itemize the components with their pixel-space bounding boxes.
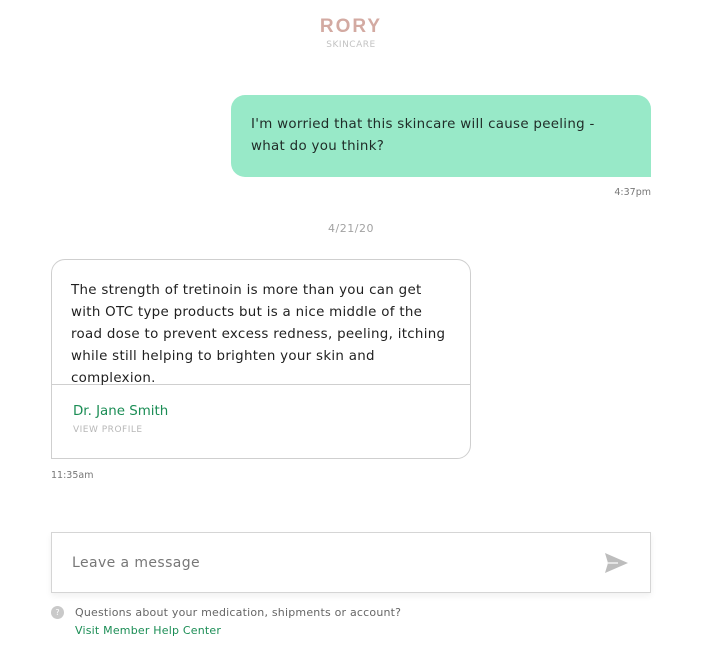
outgoing-message-text: I'm worried that this skincare will caus… xyxy=(251,117,595,154)
help-text: Questions about your medication, shipmen… xyxy=(75,606,402,619)
message-composer xyxy=(51,532,651,593)
brand-tagline: SKINCARE xyxy=(326,40,376,50)
help-center-link[interactable]: Visit Member Help Center xyxy=(75,624,221,637)
author-block: Dr. Jane Smith VIEW PROFILE xyxy=(52,385,470,435)
help-icon: ? xyxy=(51,606,64,619)
author-name[interactable]: Dr. Jane Smith xyxy=(73,403,470,421)
incoming-message-card: The strength of tretinoin is more than y… xyxy=(51,259,471,459)
view-profile-link[interactable]: VIEW PROFILE xyxy=(73,425,470,435)
message-input[interactable] xyxy=(52,533,592,592)
date-divider: 4/21/20 xyxy=(328,222,374,235)
incoming-message-time: 11:35am xyxy=(51,470,94,481)
outgoing-message-time: 4:37pm xyxy=(614,187,651,198)
send-icon[interactable] xyxy=(604,552,629,574)
incoming-message-text: The strength of tretinoin is more than y… xyxy=(52,260,470,386)
brand-name: RORY xyxy=(319,16,383,37)
outgoing-message-bubble: I'm worried that this skincare will caus… xyxy=(231,95,651,177)
brand-logo: RORY SKINCARE xyxy=(0,16,702,50)
